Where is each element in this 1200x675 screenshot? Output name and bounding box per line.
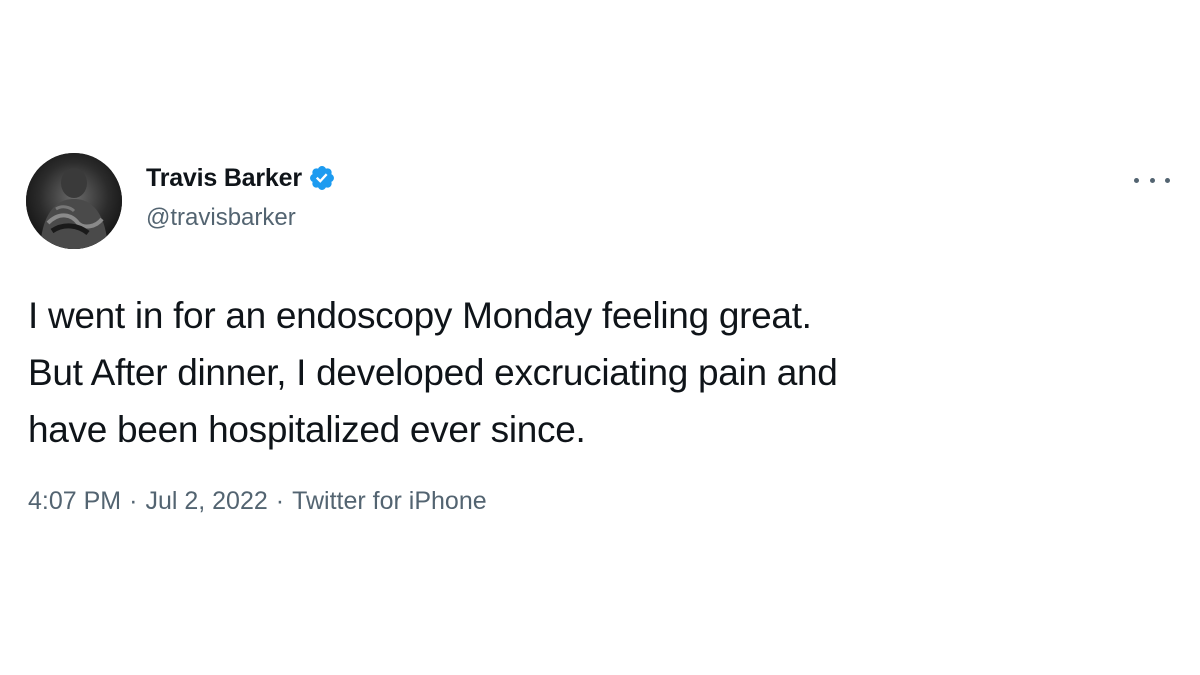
tweet-date[interactable]: Jul 2, 2022	[145, 487, 267, 515]
more-options-icon[interactable]	[1134, 168, 1170, 192]
tweet-meta: 4:07 PM · Jul 2, 2022 · Twitter for iPhone	[28, 487, 487, 516]
avatar[interactable]	[26, 153, 122, 249]
author-name[interactable]: Travis Barker	[146, 164, 302, 193]
author-info: Travis Barker @travisbarker	[146, 160, 336, 232]
more-dot	[1149, 177, 1155, 183]
tweet-timestamp[interactable]: 4:07 PM	[28, 487, 121, 515]
verified-badge-icon	[308, 164, 336, 192]
tweet-text-line: have been hospitalized ever since.	[28, 409, 586, 450]
tweet-card: Travis Barker @travisbarker I went in fo…	[0, 0, 1200, 675]
more-dot	[1165, 177, 1170, 183]
meta-separator: ·	[275, 487, 285, 515]
tweet-source[interactable]: Twitter for iPhone	[292, 487, 487, 515]
meta-separator: ·	[129, 487, 138, 515]
avatar-photo-icon	[26, 153, 122, 249]
more-dot	[1134, 177, 1139, 183]
tweet-text: I went in for an endoscopy Monday feelin…	[28, 287, 1148, 458]
name-row: Travis Barker	[146, 160, 336, 196]
tweet-text-line: But After dinner, I developed excruciati…	[28, 352, 838, 393]
tweet-text-line: I went in for an endoscopy Monday feelin…	[28, 295, 812, 336]
author-handle[interactable]: @travisbarker	[146, 204, 336, 232]
